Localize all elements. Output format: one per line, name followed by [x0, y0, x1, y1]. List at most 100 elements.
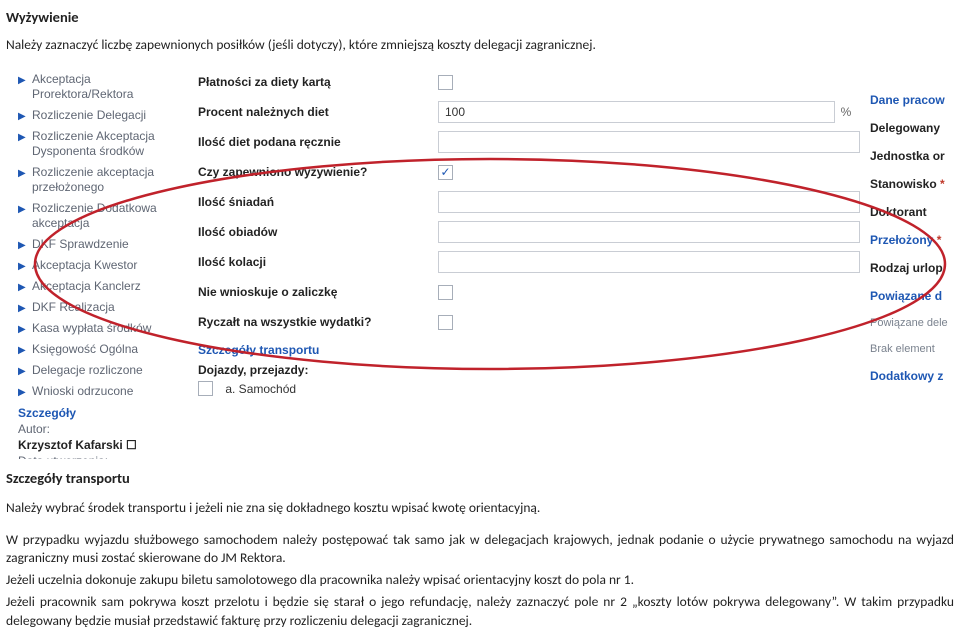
right-label: Powiązane dele — [870, 317, 960, 329]
right-label: Przełożony * — [870, 233, 960, 247]
sidebar-item[interactable]: ▶ DKF Realizacja — [18, 297, 178, 318]
form-label: Ilość obiadów — [198, 225, 438, 239]
sidebar-item[interactable]: ▶ Akceptacja Kanclerz — [18, 276, 178, 297]
form-value-cell — [438, 285, 860, 300]
document-heading-block: Wyżywienie Należy zaznaczyć liczbę zapew… — [0, 0, 960, 59]
chevron-right-icon: ▶ — [18, 322, 26, 337]
form-row: Nie wnioskuje o zaliczkę — [198, 277, 860, 307]
chevron-right-icon: ▶ — [18, 280, 26, 295]
sidebar-item-label: DKF Realizacja — [32, 300, 115, 314]
chevron-right-icon: ▶ — [18, 130, 26, 145]
form-value-cell — [438, 315, 860, 330]
footer-title: Szczegóły transportu — [6, 469, 954, 489]
sidebar-item[interactable]: ▶ Rozliczenie Akceptacja Dysponenta środk… — [18, 126, 178, 162]
car-checkbox[interactable] — [198, 381, 213, 396]
form-label: Ilość śniadań — [198, 195, 438, 209]
document-footer-block: Szczegóły transportu Należy wybrać środe… — [0, 459, 960, 642]
sidebar-item-label: Wnioski odrzucone — [32, 384, 133, 398]
sidebar-item[interactable]: ▶Księgowość Ogólna — [18, 339, 178, 360]
form-value-cell — [438, 251, 860, 273]
form-row: Ilość diet podana ręcznie — [198, 127, 860, 157]
form-label: Nie wnioskuje o zaliczkę — [198, 285, 438, 299]
sidebar-item-label: Akceptacja Kanclerz — [32, 279, 141, 293]
sidebar-item[interactable]: ▶ Wnioski odrzucone — [18, 381, 178, 402]
text-input[interactable] — [438, 131, 860, 153]
checkbox[interactable] — [438, 315, 453, 330]
text-input[interactable] — [438, 251, 860, 273]
sidebar-item[interactable]: ▶ Akceptacja Kwestor — [18, 255, 178, 276]
chevron-right-icon: ▶ — [18, 238, 26, 253]
form-value-cell — [438, 75, 860, 90]
text-input[interactable] — [438, 101, 835, 123]
sidebar-item-label: Akceptacja Prorektora/Rektora — [32, 72, 133, 101]
right-label: Powiązane d — [870, 289, 960, 303]
car-option-row: a. Samochód — [198, 381, 860, 396]
sidebar-item[interactable]: ▶ Kasa wypłata środków — [18, 318, 178, 339]
form-label: Płatności za diety kartą — [198, 75, 438, 89]
sub-title-dojazdy: Dojazdy, przejazdy: — [198, 363, 860, 377]
chevron-right-icon: ▶ — [18, 301, 26, 316]
right-label: Delegowany — [870, 121, 960, 135]
app-screenshot: ▶Akceptacja Prorektora/Rektora▶Rozliczen… — [0, 59, 960, 459]
heading-wyzywienie: Wyżywienie — [6, 8, 954, 26]
right-label: Stanowisko * — [870, 177, 960, 191]
form-row: Ilość śniadań — [198, 187, 860, 217]
chevron-right-icon: ▶ — [18, 364, 26, 379]
sidebar-item-label: Akceptacja Kwestor — [32, 258, 137, 272]
heading-description: Należy zaznaczyć liczbę zapewnionych pos… — [6, 36, 954, 53]
footer-p2: W przypadku wyjazdu służbowego samochode… — [6, 531, 954, 567]
form-row: Ryczałt na wszystkie wydatki? — [198, 307, 860, 337]
form-value-cell — [438, 221, 860, 243]
right-label: Dodatkowy z — [870, 369, 960, 383]
right-label: Doktorant — [870, 205, 960, 219]
form-value-cell — [438, 191, 860, 213]
form-label: Ryczałt na wszystkie wydatki? — [198, 315, 438, 329]
form-label: Ilość diet podana ręcznie — [198, 135, 438, 149]
author-value: Krzysztof Kafarski ☐ — [18, 438, 178, 452]
text-input[interactable] — [438, 191, 860, 213]
right-label: Dane pracow — [870, 93, 960, 107]
checkbox[interactable] — [438, 75, 453, 90]
sidebar-item[interactable]: ▶ DKF Sprawdzenie — [18, 234, 178, 255]
chevron-right-icon: ▶ — [18, 385, 26, 400]
chevron-right-icon: ▶ — [18, 73, 26, 88]
sidebar-item[interactable]: ▶ Delegacje rozliczone — [18, 360, 178, 381]
form-row: Czy zapewniono wyżywienie? — [198, 157, 860, 187]
form-value-cell — [438, 131, 860, 153]
sidebar-item-label: Rozliczenie Akceptacja Dysponenta środkó… — [32, 129, 155, 158]
sidebar-item-label: Rozliczenie Dodatkowa akceptacja — [32, 201, 157, 230]
checkbox[interactable] — [438, 165, 453, 180]
sidebar-item[interactable]: ▶ Rozliczenie Delegacji — [18, 105, 178, 126]
sidebar-item[interactable]: ▶ Akceptacja Prorektora/Rektora — [18, 69, 178, 105]
form-row: Procent należnych diet% — [198, 97, 860, 127]
form-label: Procent należnych diet — [198, 105, 438, 119]
form-row: Ilość obiadów — [198, 217, 860, 247]
section-title-transport: Szczegóły transportu — [198, 343, 860, 357]
created-label: Data utworzenia: — [18, 454, 178, 459]
chevron-right-icon: ▶ — [18, 109, 26, 124]
sidebar-item-label: Rozliczenie akceptacja przełożonego — [32, 165, 154, 194]
form-value-cell — [438, 165, 860, 180]
sidebar-item-label: Kasa wypłata środków — [32, 321, 151, 335]
right-column-labels: Dane pracow Delegowany Jednostka or Stanowi… — [870, 79, 960, 397]
right-label: Brak element — [870, 343, 960, 355]
sidebar: ▶Akceptacja Prorektora/Rektora▶Rozliczen… — [18, 69, 178, 459]
sidebar-item-label: DKF Sprawdzenie — [32, 237, 129, 251]
details-title: Szczegóły — [18, 406, 178, 420]
text-input[interactable] — [438, 221, 860, 243]
right-label: Jednostka or — [870, 149, 960, 163]
form-value-cell: % — [438, 101, 860, 123]
chevron-right-icon: ▶ — [18, 166, 26, 181]
chevron-right-icon: ▶ — [18, 259, 26, 274]
sidebar-item-label: Rozliczenie Delegacji — [32, 108, 146, 122]
form-row: Płatności za diety kartą — [198, 67, 860, 97]
sidebar-item-label: Delegacje rozliczone — [32, 363, 143, 377]
right-label: Rodzaj urlop — [870, 261, 960, 275]
sidebar-item[interactable]: ▶Rozliczenie Dodatkowa akceptacja — [18, 198, 178, 234]
car-label: a. Samochód — [225, 382, 296, 396]
checkbox[interactable] — [438, 285, 453, 300]
percent-suffix: % — [841, 105, 852, 119]
form-row: Ilość kolacji — [198, 247, 860, 277]
sidebar-item[interactable]: ▶ Rozliczenie akceptacja przełożonego — [18, 162, 178, 198]
footer-p1: Należy wybrać środek transportu i jeżeli… — [6, 499, 954, 517]
